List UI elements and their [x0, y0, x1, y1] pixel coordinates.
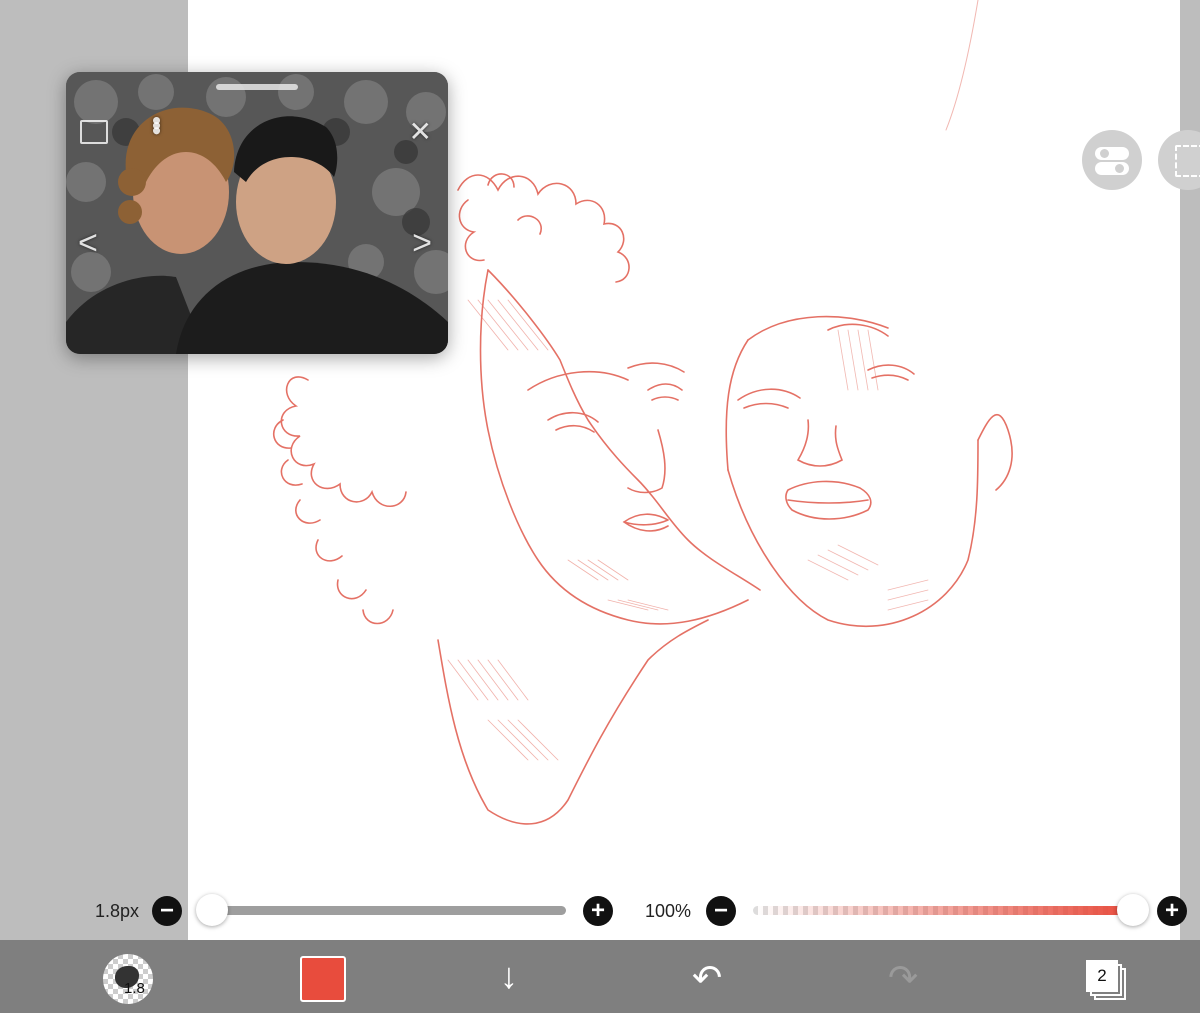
brush-size-track[interactable]: [212, 906, 566, 915]
brush-size-label: 1.8px: [95, 901, 140, 921]
brush-size-decrease-button[interactable]: −: [152, 896, 182, 926]
opacity-label: 100%: [645, 901, 692, 921]
brush-size-slider-row: 1.8px − +: [0, 893, 620, 929]
undo-icon[interactable]: ↶: [692, 960, 722, 996]
reference-photo: [66, 72, 448, 354]
drag-handle[interactable]: [216, 84, 298, 90]
opacity-decrease-button[interactable]: −: [706, 896, 736, 926]
layers-button[interactable]: 2: [1086, 960, 1126, 1000]
brush-size-value: 1.8: [124, 980, 145, 997]
redo-icon[interactable]: ↷: [888, 960, 918, 996]
toggle-settings-button[interactable]: [1082, 130, 1142, 190]
brush-size-thumb[interactable]: [196, 894, 228, 926]
bottom-toolbar: [0, 940, 1200, 1013]
layer-count: 2: [1086, 960, 1118, 992]
opacity-thumb[interactable]: [1117, 894, 1149, 926]
selection-icon: [1175, 145, 1200, 177]
opacity-increase-button[interactable]: +: [1157, 896, 1187, 926]
brush-size-increase-button[interactable]: +: [583, 896, 613, 926]
opacity-track[interactable]: [753, 906, 1135, 915]
more-vertical-icon[interactable]: •••: [142, 116, 172, 131]
chevron-left-icon[interactable]: <: [78, 226, 98, 260]
color-picker-button[interactable]: [300, 956, 346, 1002]
close-icon[interactable]: ✕: [409, 118, 432, 146]
arrow-down-icon[interactable]: ↓: [500, 958, 518, 994]
chevron-right-icon[interactable]: >: [412, 226, 432, 260]
reference-window[interactable]: ••• ✕ < >: [66, 72, 448, 354]
image-icon[interactable]: [80, 120, 108, 144]
opacity-slider-row: 100% − +: [620, 893, 1200, 929]
